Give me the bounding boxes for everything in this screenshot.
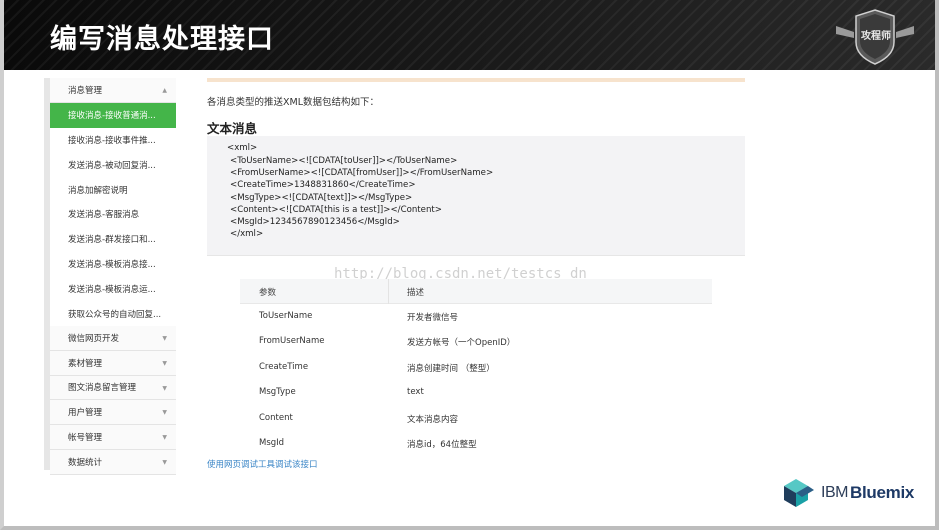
sidebar-item-auto-reply[interactable]: 获取公众号的自动回复...	[50, 301, 176, 326]
code-line: <MsgType><![CDATA[text]]></MsgType>	[230, 192, 413, 203]
sidebar-item-label: 接收消息-接收普通消...	[68, 111, 156, 122]
chevron-down-icon: ▼	[162, 434, 167, 442]
code-line: <xml>	[227, 143, 258, 153]
sidebar-item-label: 素材管理	[68, 358, 103, 369]
chevron-down-icon: ▼	[162, 359, 167, 367]
code-line: <Content><![CDATA[this is a test]]></Con…	[230, 204, 442, 215]
slide-title: 编写消息处理接口	[50, 24, 274, 55]
sidebar-item-mass-send[interactable]: 发送消息-群发接口和...	[50, 227, 176, 252]
debug-tool-link[interactable]: 使用网页调试工具调试该接口	[207, 458, 318, 470]
sidebar-item-statistics[interactable]: 数据统计 ▼	[50, 449, 176, 475]
sidebar-item-label: 数据统计	[68, 457, 103, 468]
sidebar-item-account[interactable]: 帐号管理 ▼	[50, 425, 176, 450]
slide: 编写消息处理接口 攻程师 消息管理 ▲ 接收消息-接收普通消... 接收消息-接收…	[0, 0, 939, 530]
sidebar-item-template-interface[interactable]: 发送消息-模板消息接...	[50, 252, 176, 277]
section-title: 文本消息	[207, 121, 258, 136]
badge-label: 攻程师	[861, 31, 891, 42]
sidebar-item-template-operation[interactable]: 发送消息-模板消息运...	[50, 276, 176, 301]
code-block: <xml> <ToUserName><![CDATA[toUser]]></To…	[207, 136, 745, 256]
table-cell-desc: 消息创建时间 （整型）	[407, 363, 495, 374]
sidebar-item-label: 发送消息-被动回复消...	[68, 160, 156, 171]
sidebar-item-label: 消息加解密说明	[68, 185, 128, 196]
sidebar-item-users[interactable]: 用户管理 ▼	[50, 400, 176, 426]
sidebar-item-customer-service[interactable]: 发送消息-客服消息	[50, 202, 176, 227]
sidebar-item-web-dev[interactable]: 微信网页开发 ▼	[50, 325, 176, 351]
sidebar-item-label: 获取公众号的自动回复...	[68, 309, 162, 320]
code-line: <MsgId>1234567890123456</MsgId>	[230, 217, 400, 227]
sidebar-item-label: 图文消息留言管理	[68, 383, 137, 394]
table-cell-desc: 文本消息内容	[407, 414, 459, 425]
sidebar-nav: 消息管理 ▲ 接收消息-接收普通消... 接收消息-接收事件推... 发送消息-被…	[50, 78, 176, 475]
table-header-cell: 描述	[407, 288, 425, 298]
chevron-down-icon: ▼	[162, 458, 167, 466]
sidebar-item-label: 发送消息-群发接口和...	[68, 235, 156, 246]
sidebar-item-material[interactable]: 素材管理 ▼	[50, 350, 176, 376]
table-header-cell: 参数	[259, 288, 277, 298]
chevron-down-icon: ▼	[162, 409, 167, 417]
sidebar-item-message-management[interactable]: 消息管理 ▲	[50, 78, 176, 103]
sidebar-item-comments[interactable]: 图文消息留言管理 ▼	[50, 375, 176, 401]
table-cell-param: MsgId	[259, 437, 285, 448]
sidebar-item-label: 发送消息-模板消息运...	[68, 284, 156, 295]
sidebar-item-label: 微信网页开发	[68, 333, 120, 344]
table-row: MsgType text	[240, 380, 712, 405]
table-cell-param: MsgType	[259, 387, 296, 398]
sidebar-item-receive-normal[interactable]: 接收消息-接收普通消...	[50, 102, 176, 128]
table-header: 参数 描述	[240, 279, 712, 304]
table-row: MsgId 消息id，64位整型	[240, 431, 712, 456]
table-cell-desc: text	[407, 387, 424, 398]
table-cell-param: ToUserName	[259, 311, 313, 321]
table-cell-desc: 发送方帐号（一个OpenID）	[407, 338, 516, 349]
table-cell-param: FromUserName	[259, 336, 325, 347]
chevron-up-icon: ▲	[162, 87, 167, 94]
column-divider	[388, 279, 389, 304]
chevron-down-icon: ▼	[162, 334, 167, 342]
code-line: </xml>	[230, 229, 264, 239]
content-top-divider	[207, 78, 745, 82]
sidebar-item-label: 消息管理	[68, 85, 103, 96]
table-row: CreateTime 消息创建时间 （整型）	[240, 355, 712, 380]
sidebar-item-label: 发送消息-客服消息	[68, 210, 140, 221]
table-cell-desc: 开发者微信号	[407, 313, 459, 323]
sidebar-item-receive-event[interactable]: 接收消息-接收事件推...	[50, 128, 176, 153]
code-line: <FromUserName><![CDATA[fromUser]]></From…	[230, 168, 494, 178]
sidebar-item-label: 接收消息-接收事件推...	[68, 135, 156, 146]
table-row: ToUserName 开发者微信号	[240, 304, 712, 329]
table-cell-desc: 消息id，64位整型	[407, 439, 477, 450]
sidebar-item-label: 帐号管理	[68, 433, 103, 444]
sidebar-item-label: 发送消息-模板消息接...	[68, 259, 156, 270]
sidebar-item-label: 用户管理	[68, 408, 103, 419]
ibm-logo-text: IBM	[821, 484, 848, 501]
params-table: 参数 描述 ToUserName 开发者微信号 FromUserName 发送方…	[240, 279, 712, 456]
table-row: FromUserName 发送方帐号（一个OpenID）	[240, 329, 712, 354]
sidebar-item-passive-reply[interactable]: 发送消息-被动回复消...	[50, 152, 176, 177]
code-line: <CreateTime>1348831860</CreateTime>	[230, 180, 416, 190]
chevron-down-icon: ▼	[162, 384, 167, 392]
bluemix-logo-text: Bluemix	[850, 483, 915, 502]
intro-text: 各消息类型的推送XML数据包结构如下：	[207, 97, 379, 108]
code-line: <ToUserName><![CDATA[toUser]]></ToUserNa…	[230, 155, 458, 166]
table-cell-param: CreateTime	[259, 361, 309, 372]
table-row: Content 文本消息内容	[240, 406, 712, 431]
sidebar-item-encryption[interactable]: 消息加解密说明	[50, 177, 176, 202]
table-cell-param: Content	[259, 412, 293, 423]
